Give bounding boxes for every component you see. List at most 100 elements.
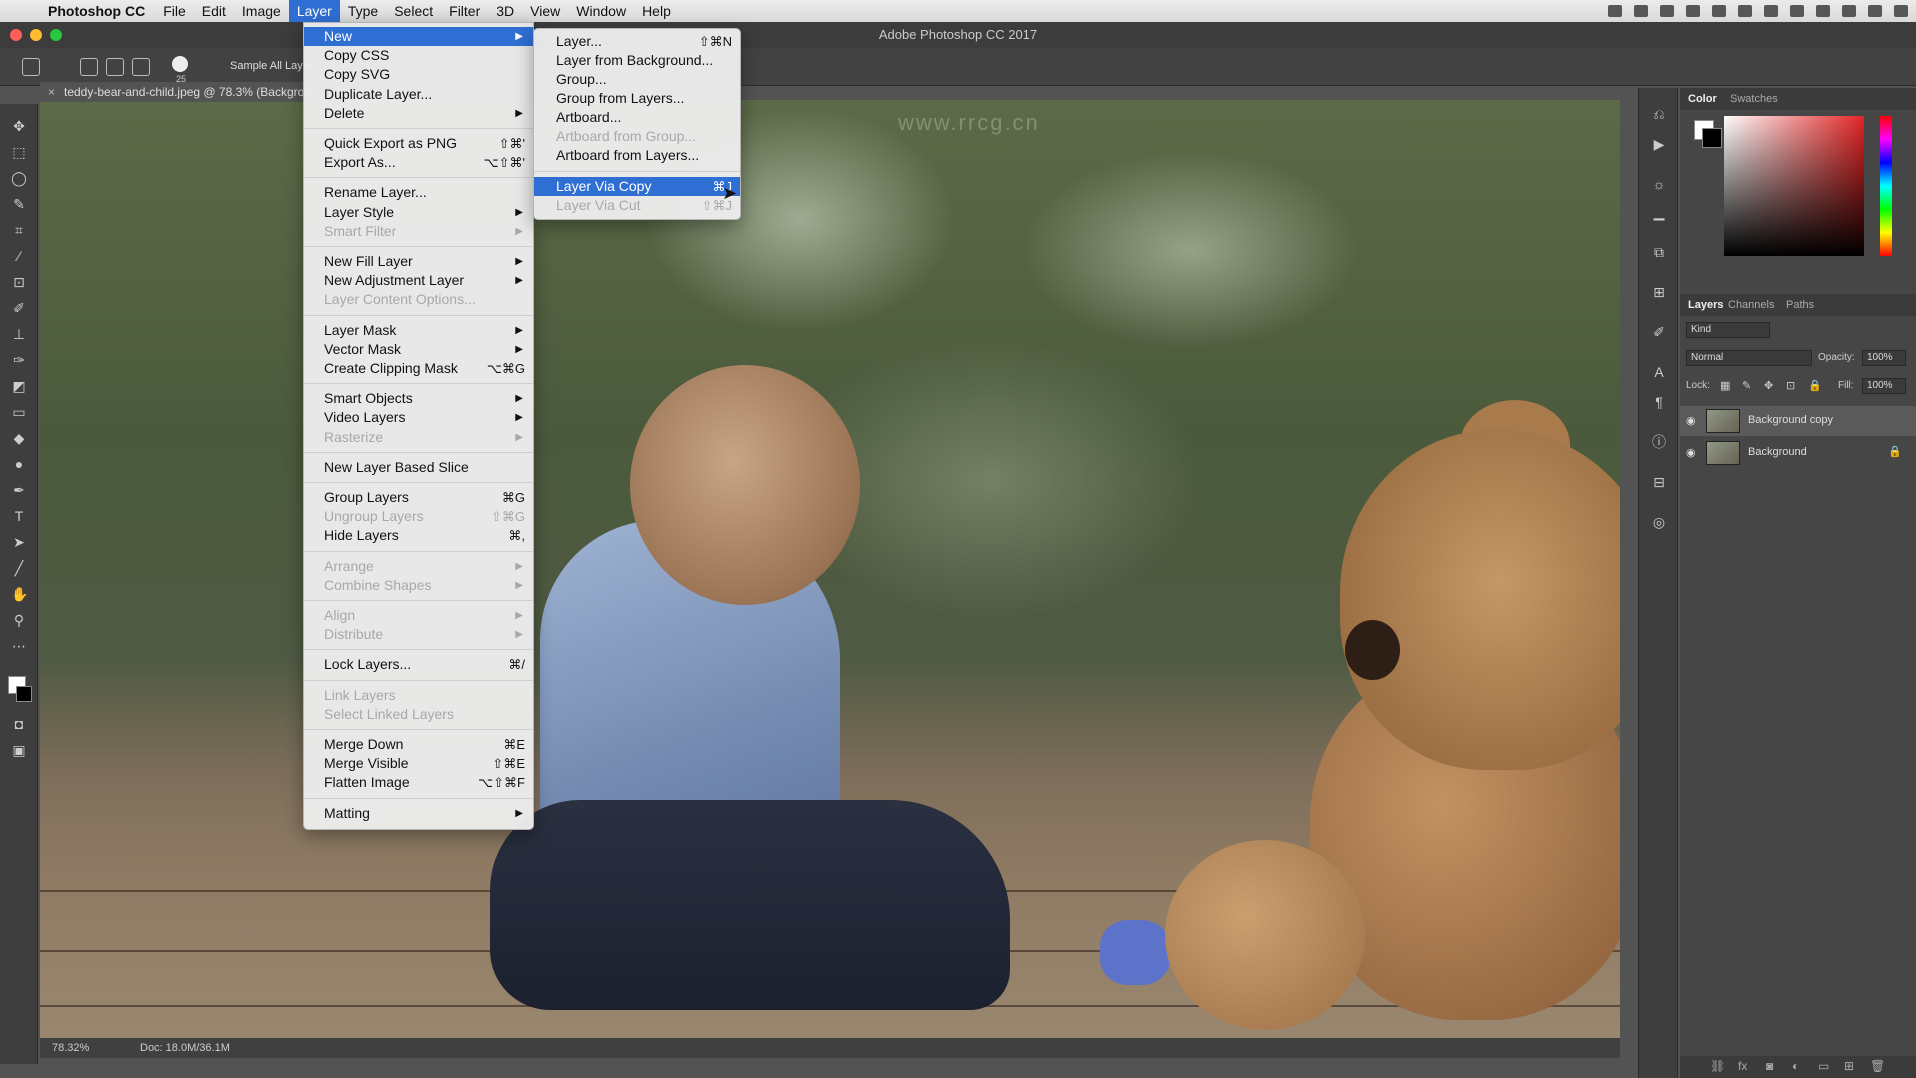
eraser-tool-icon[interactable]: ◩ — [11, 378, 27, 394]
type-tool-icon[interactable]: T — [11, 508, 27, 524]
visibility-eye-icon[interactable]: ◉ — [1686, 414, 1696, 427]
actions-panel-icon[interactable]: ▶ — [1651, 136, 1667, 152]
color-picker-field[interactable] — [1724, 116, 1864, 256]
display-icon[interactable] — [1686, 5, 1700, 17]
quick-selection-tool-icon[interactable] — [22, 58, 40, 76]
document-canvas[interactable]: www.rrcg.cn 78.32% Doc: 18.0M/36.1M — [40, 100, 1620, 1058]
marquee-tool-icon[interactable]: ⬚ — [11, 144, 27, 160]
dropbox-icon[interactable] — [1634, 5, 1648, 17]
menu-item-video-layers[interactable]: Video Layers ▶ — [304, 408, 533, 427]
quick-mask-icon[interactable]: ◘ — [11, 716, 27, 732]
eyedropper-tool-icon[interactable]: ⁄ — [11, 248, 27, 264]
gradient-tool-icon[interactable]: ▭ — [11, 404, 27, 420]
opacity-input[interactable]: 100% — [1862, 350, 1906, 366]
adjustments-panel-icon[interactable]: ☼ — [1651, 176, 1667, 192]
fill-input[interactable]: 100% — [1862, 378, 1906, 394]
crop-tool-icon[interactable]: ⌗ — [11, 222, 27, 238]
background-color-swatch[interactable] — [16, 686, 32, 702]
tab-layers[interactable]: Layers — [1688, 299, 1723, 311]
menu-item-vector-mask[interactable]: Vector Mask ▶ — [304, 340, 533, 359]
time-machine-icon[interactable] — [1712, 5, 1726, 17]
wifi-icon[interactable] — [1764, 5, 1778, 17]
menu-item-quick-export-as-png[interactable]: Quick Export as PNG ⇧⌘' — [304, 134, 533, 153]
delete-layer-icon[interactable]: 🗑 — [1870, 1059, 1885, 1073]
info-panel-icon[interactable]: ⓘ — [1651, 434, 1667, 450]
pen-tool-icon[interactable]: ✒ — [11, 482, 27, 498]
menu-layer[interactable]: Layer — [288, 0, 340, 22]
camera-icon[interactable] — [1608, 5, 1622, 17]
tab-channels[interactable]: Channels — [1728, 299, 1774, 311]
visibility-eye-icon[interactable]: ◉ — [1686, 446, 1696, 459]
properties-panel-icon[interactable]: ⊟ — [1651, 474, 1667, 490]
zoom-level[interactable]: 78.32% — [52, 1042, 89, 1054]
menu-item-delete[interactable]: Delete ▶ — [304, 104, 533, 123]
clone-source-panel-icon[interactable]: ⧉ — [1651, 244, 1667, 260]
libraries-panel-icon[interactable]: ◎ — [1651, 514, 1667, 530]
menu-item-layer[interactable]: Layer... ⇧⌘N — [534, 32, 740, 51]
menu-view[interactable]: View — [522, 0, 568, 22]
lock-pixels-icon[interactable]: ✎ — [1742, 379, 1751, 392]
lock-transparent-icon[interactable]: ▦ — [1720, 379, 1730, 392]
tool-presets-panel-icon[interactable]: ⊞ — [1651, 284, 1667, 300]
brush-panel-icon[interactable]: ✐ — [1651, 324, 1667, 340]
menu-item-export-as[interactable]: Export As... ⌥⇧⌘' — [304, 153, 533, 172]
menu-item-layer-via-copy[interactable]: Layer Via Copy ⌘J — [534, 177, 740, 196]
menu-item-group-from-layers[interactable]: Group from Layers... — [534, 89, 740, 108]
screen-mode-icon[interactable]: ▣ — [11, 742, 27, 758]
menu-item-new-layer-based-slice[interactable]: New Layer Based Slice — [304, 458, 533, 477]
volume-icon[interactable] — [1790, 5, 1804, 17]
layer-style-icon[interactable]: fx — [1738, 1059, 1747, 1073]
clock-icon[interactable] — [1816, 5, 1830, 17]
menu-item-hide-layers[interactable]: Hide Layers ⌘, — [304, 526, 533, 545]
menu-3d[interactable]: 3D — [488, 0, 522, 22]
menu-item-new[interactable]: New ▶ — [304, 27, 533, 46]
menu-item-rename-layer[interactable]: Rename Layer... — [304, 183, 533, 202]
history-brush-tool-icon[interactable]: ✑ — [11, 352, 27, 368]
link-layers-icon[interactable]: ⛓ — [1710, 1059, 1725, 1073]
menu-item-lock-layers[interactable]: Lock Layers... ⌘/ — [304, 655, 533, 674]
tab-swatches[interactable]: Swatches — [1730, 93, 1778, 105]
clone-stamp-tool-icon[interactable]: ⊥ — [11, 326, 27, 342]
new-group-icon[interactable]: ▭ — [1818, 1059, 1829, 1073]
line-tool-icon[interactable]: ╱ — [11, 560, 27, 576]
brush-tool-icon[interactable]: ✐ — [11, 300, 27, 316]
new-layer-icon[interactable]: ⊞ — [1844, 1059, 1854, 1073]
lock-artboard-icon[interactable]: ⊡ — [1786, 379, 1795, 392]
menu-filter[interactable]: Filter — [441, 0, 488, 22]
siri-icon[interactable] — [1868, 5, 1882, 17]
blur-tool-icon[interactable]: ◆ — [11, 430, 27, 446]
menu-type[interactable]: Type — [340, 0, 386, 22]
blend-mode-select[interactable]: Normal — [1686, 350, 1812, 366]
healing-brush-tool-icon[interactable]: ⊡ — [11, 274, 27, 290]
layer-filter-kind[interactable]: Kind — [1686, 322, 1770, 338]
menu-item-artboard-from-layers[interactable]: Artboard from Layers... — [534, 146, 740, 165]
menu-item-flatten-image[interactable]: Flatten Image ⌥⇧⌘F — [304, 773, 533, 792]
menu-item-artboard[interactable]: Artboard... — [534, 108, 740, 127]
menu-window[interactable]: Window — [568, 0, 634, 22]
menu-item-merge-visible[interactable]: Merge Visible ⇧⌘E — [304, 754, 533, 773]
more-tools-icon[interactable]: ⋯ — [11, 638, 27, 654]
move-tool-icon[interactable]: ✥ — [11, 118, 27, 134]
lasso-tool-icon[interactable]: ◯ — [11, 170, 27, 186]
menu-edit[interactable]: Edit — [194, 0, 234, 22]
app-menu[interactable]: Photoshop CC — [38, 3, 155, 19]
notification-center-icon[interactable] — [1894, 5, 1908, 17]
menu-item-merge-down[interactable]: Merge Down ⌘E — [304, 735, 533, 754]
brush-preset-picker[interactable] — [172, 56, 188, 72]
add-to-selection-icon[interactable] — [106, 58, 124, 76]
paragraph-panel-icon[interactable]: ¶ — [1651, 394, 1667, 410]
menu-help[interactable]: Help — [634, 0, 679, 22]
menu-item-group[interactable]: Group... — [534, 70, 740, 89]
menu-image[interactable]: Image — [234, 0, 289, 22]
new-selection-icon[interactable] — [80, 58, 98, 76]
menu-item-smart-objects[interactable]: Smart Objects ▶ — [304, 389, 533, 408]
hand-tool-icon[interactable]: ✋ — [11, 586, 28, 602]
layer-row[interactable]: ◉ Background 🔒 — [1680, 438, 1916, 468]
menu-item-new-adjustment-layer[interactable]: New Adjustment Layer ▶ — [304, 271, 533, 290]
sync-icon[interactable] — [1660, 5, 1674, 17]
add-mask-icon[interactable]: ◙ — [1766, 1059, 1773, 1073]
menu-item-create-clipping-mask[interactable]: Create Clipping Mask ⌥⌘G — [304, 359, 533, 378]
document-tab[interactable]: × teddy-bear-and-child.jpeg @ 78.3% (Bac… — [40, 82, 310, 102]
menu-item-copy-css[interactable]: Copy CSS — [304, 46, 533, 65]
menu-item-new-fill-layer[interactable]: New Fill Layer ▶ — [304, 252, 533, 271]
